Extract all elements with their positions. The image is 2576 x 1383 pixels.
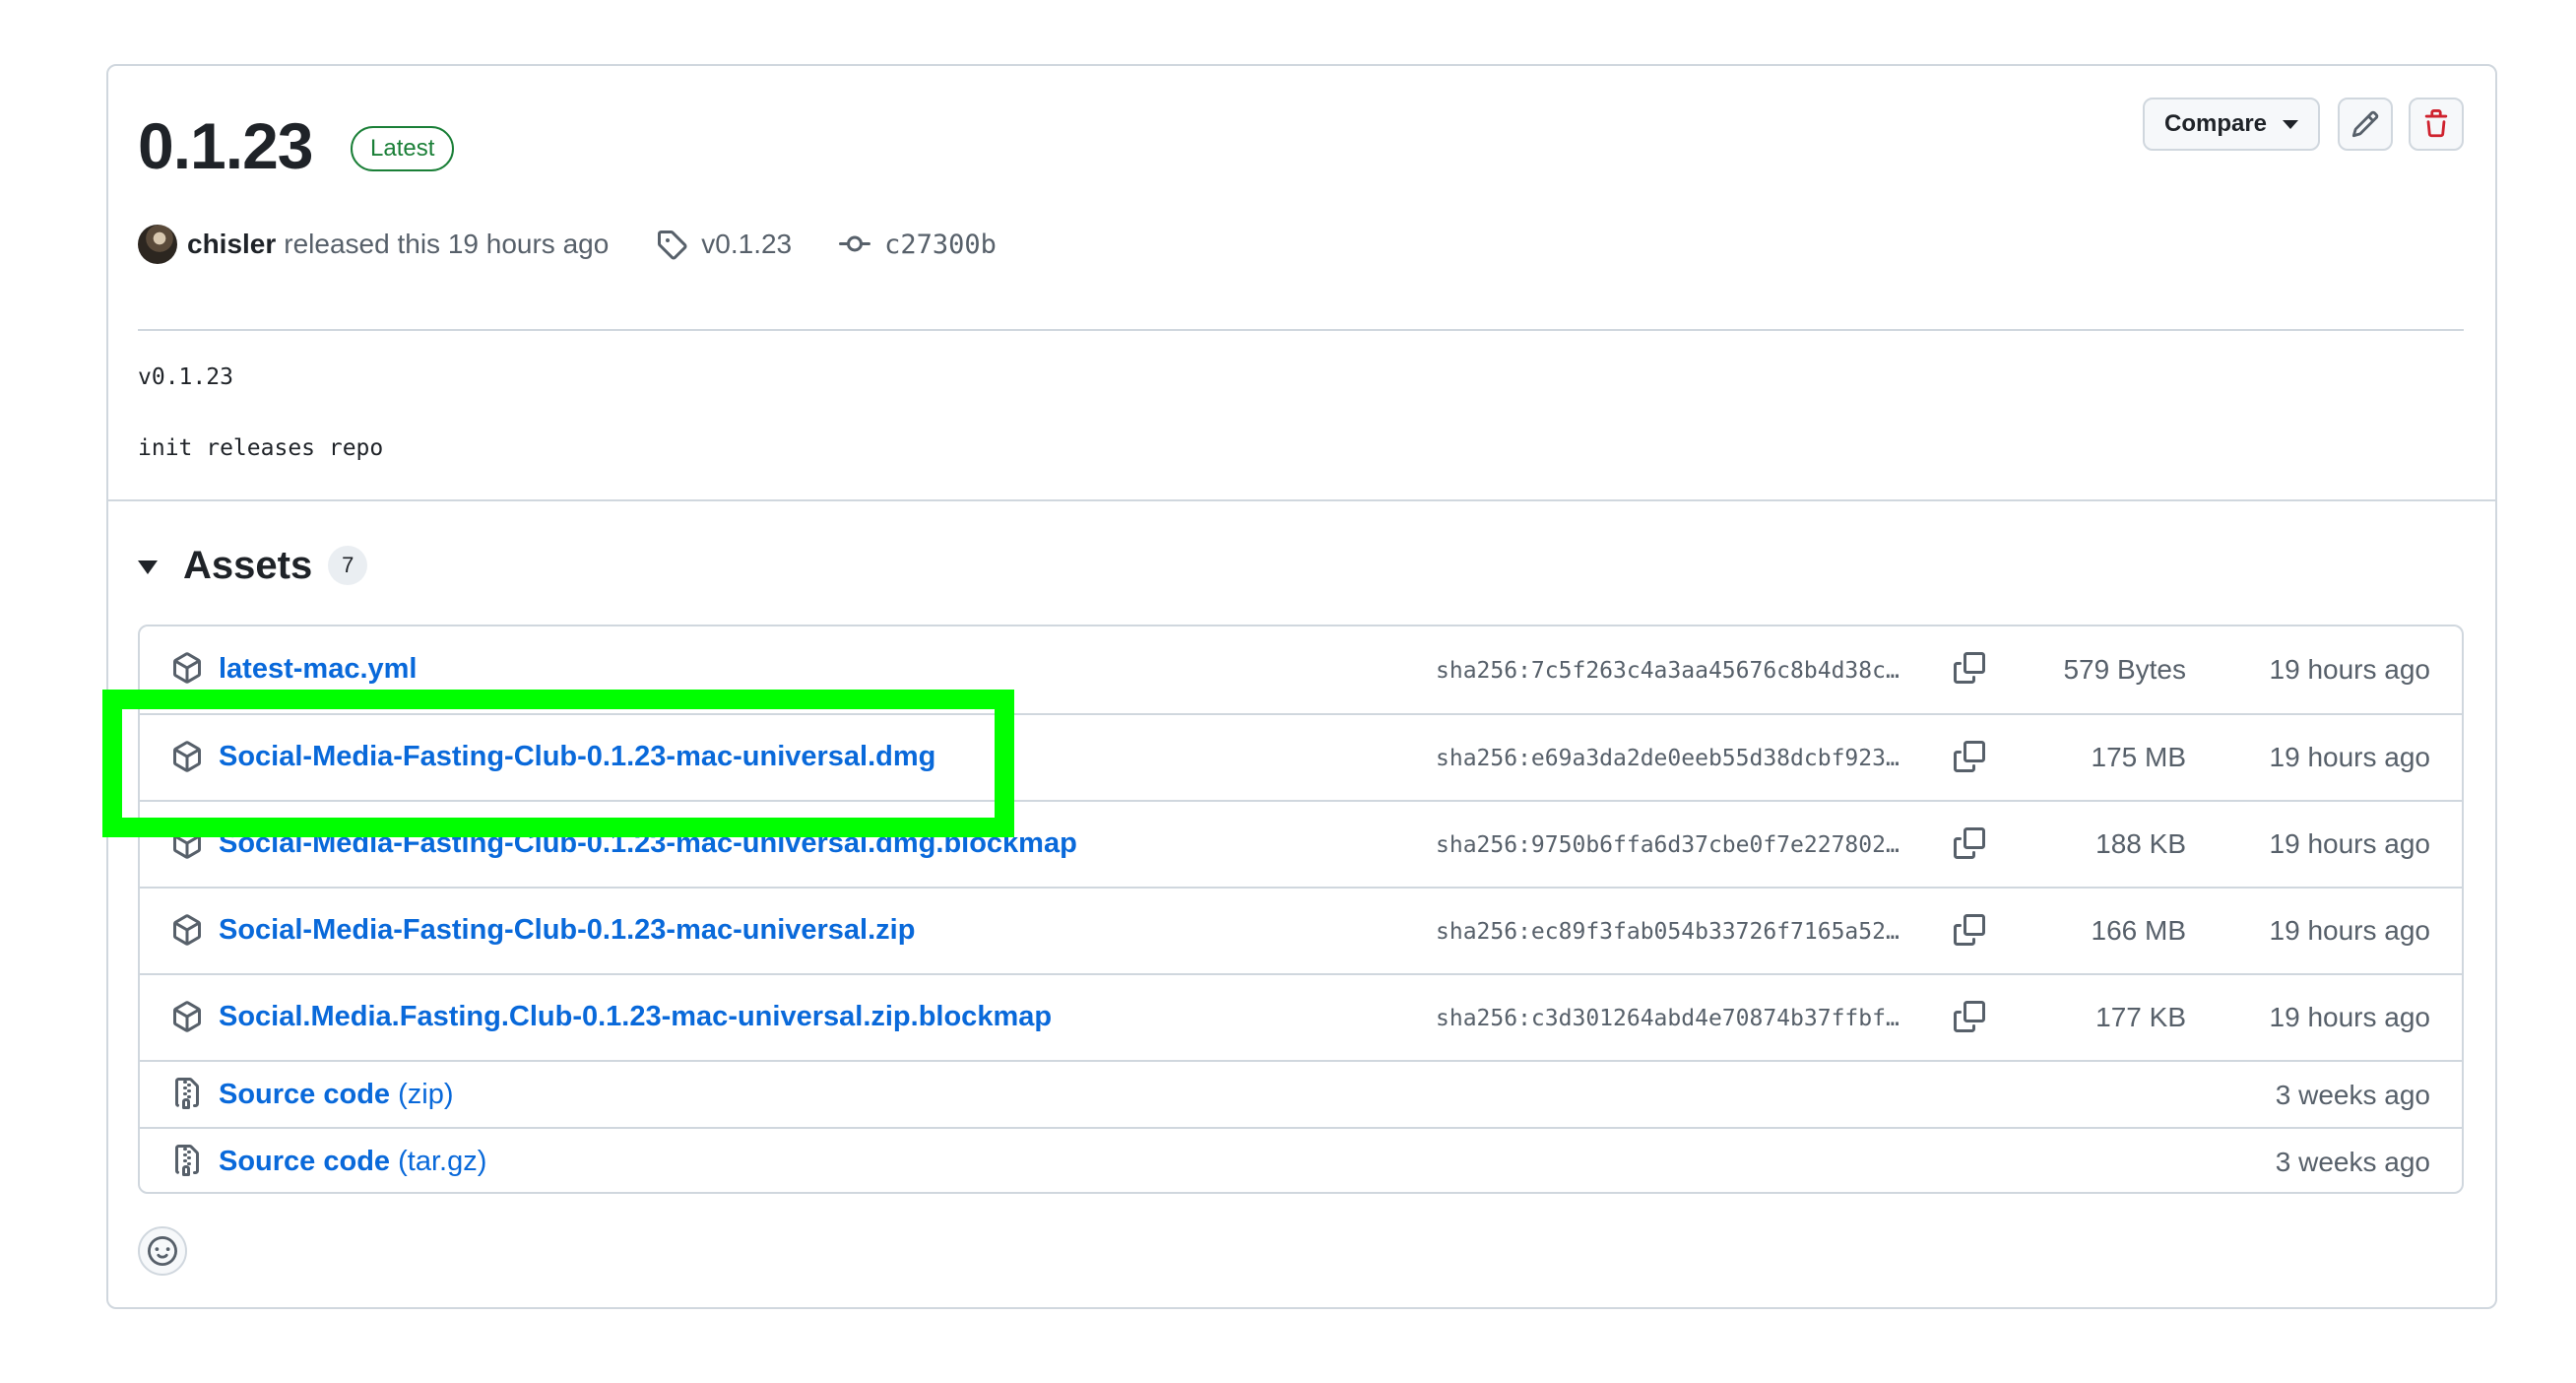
caret-down-icon xyxy=(138,560,158,574)
asset-link[interactable]: Social-Media-Fasting-Club-0.1.23-mac-uni… xyxy=(219,741,935,773)
asset-size: 166 MB xyxy=(2091,915,2187,946)
file-zip-icon xyxy=(171,1145,203,1176)
file-zip-icon xyxy=(171,1078,203,1109)
copy-icon[interactable] xyxy=(1950,737,1989,776)
asset-sha: sha256:e69a3da2de0eeb55d38dcbf923… xyxy=(1436,746,1900,771)
asset-row: latest-mac.yml sha256:7c5f263c4a3aa45676… xyxy=(140,626,2462,713)
divider xyxy=(138,329,2464,331)
asset-sha: sha256:c3d301264abd4e70874b37ffbf… xyxy=(1436,1006,1900,1031)
delete-release-button[interactable] xyxy=(2409,98,2464,151)
copy-icon[interactable] xyxy=(1950,648,1989,688)
asset-date: 19 hours ago xyxy=(2269,654,2430,685)
source-format: (zip) xyxy=(398,1079,454,1110)
source-row: Source code (tar.gz) 3 weeks ago xyxy=(140,1127,2462,1192)
commit-icon xyxy=(839,229,871,260)
asset-link[interactable]: Social-Media-Fasting-Club-0.1.23-mac-uni… xyxy=(219,827,1077,860)
trash-icon xyxy=(2424,109,2448,138)
source-code-zip-link[interactable]: Source code (zip) xyxy=(219,1079,454,1111)
asset-link[interactable]: latest-mac.yml xyxy=(219,653,418,686)
commit-label: c27300b xyxy=(884,229,997,260)
tag-icon xyxy=(656,229,687,260)
assets-list: latest-mac.yml sha256:7c5f263c4a3aa45676… xyxy=(138,625,2464,1194)
avatar[interactable] xyxy=(138,225,177,264)
copy-icon[interactable] xyxy=(1950,823,1989,863)
asset-sha: sha256:7c5f263c4a3aa45676c8b4d38c… xyxy=(1436,658,1900,684)
release-notes-line: init releases repo xyxy=(138,435,384,461)
asset-date: 19 hours ago xyxy=(2269,742,2430,772)
asset-size: 579 Bytes xyxy=(2063,654,2186,685)
source-label: Source code xyxy=(219,1146,391,1177)
release-title: 0.1.23 xyxy=(138,109,313,182)
copy-icon[interactable] xyxy=(1950,997,1989,1036)
asset-row: Social-Media-Fasting-Club-0.1.23-mac-uni… xyxy=(140,887,2462,973)
package-icon xyxy=(171,1001,203,1032)
latest-badge: Latest xyxy=(351,126,455,171)
asset-date: 3 weeks ago xyxy=(2275,1147,2430,1177)
asset-size: 175 MB xyxy=(2091,742,2187,772)
asset-date: 19 hours ago xyxy=(2269,828,2430,859)
asset-row: Social-Media-Fasting-Club-0.1.23-mac-uni… xyxy=(140,800,2462,887)
section-separator xyxy=(106,499,2497,501)
asset-size: 188 KB xyxy=(2095,828,2186,859)
asset-date: 19 hours ago xyxy=(2269,915,2430,946)
assets-toggle[interactable]: Assets 7 xyxy=(138,540,368,591)
source-code-targz-link[interactable]: Source code (tar.gz) xyxy=(219,1146,486,1178)
release-notes-line: v0.1.23 xyxy=(138,364,233,390)
release-meta: chisler released this 19 hours ago v0.1.… xyxy=(138,223,997,266)
asset-link[interactable]: Social.Media.Fasting.Club-0.1.23-mac-uni… xyxy=(219,1001,1052,1033)
pencil-icon xyxy=(2351,110,2379,138)
assets-count-badge: 7 xyxy=(328,546,368,585)
asset-date: 3 weeks ago xyxy=(2275,1080,2430,1110)
source-label: Source code xyxy=(219,1079,391,1110)
asset-sha: sha256:9750b6ffa6d37cbe0f7e227802… xyxy=(1436,832,1900,858)
package-icon xyxy=(171,652,203,684)
author-link[interactable]: chisler xyxy=(187,229,276,260)
asset-size: 177 KB xyxy=(2095,1002,2186,1032)
compare-label: Compare xyxy=(2163,110,2268,137)
package-icon xyxy=(171,741,203,772)
compare-button[interactable]: Compare xyxy=(2143,98,2320,151)
add-reaction-button[interactable] xyxy=(138,1226,187,1276)
asset-sha: sha256:ec89f3fab054b33726f7165a52… xyxy=(1436,919,1900,945)
smiley-icon xyxy=(148,1236,177,1266)
asset-row: Social-Media-Fasting-Club-0.1.23-mac-uni… xyxy=(140,713,2462,800)
copy-icon[interactable] xyxy=(1950,910,1989,950)
package-icon xyxy=(171,914,203,946)
asset-row: Social.Media.Fasting.Club-0.1.23-mac-uni… xyxy=(140,973,2462,1060)
assets-title: Assets xyxy=(183,543,313,587)
tag-label: v0.1.23 xyxy=(701,229,793,259)
asset-link[interactable]: Social-Media-Fasting-Club-0.1.23-mac-uni… xyxy=(219,914,915,947)
source-format: (tar.gz) xyxy=(398,1146,487,1177)
caret-down-icon xyxy=(2283,119,2299,129)
source-row: Source code (zip) 3 weeks ago xyxy=(140,1060,2462,1127)
package-icon xyxy=(171,827,203,859)
commit-link[interactable]: c27300b xyxy=(839,229,997,260)
tag-link[interactable]: v0.1.23 xyxy=(656,229,792,260)
edit-release-button[interactable] xyxy=(2338,98,2393,151)
released-text: released this 19 hours ago xyxy=(284,229,610,259)
asset-date: 19 hours ago xyxy=(2269,1002,2430,1032)
